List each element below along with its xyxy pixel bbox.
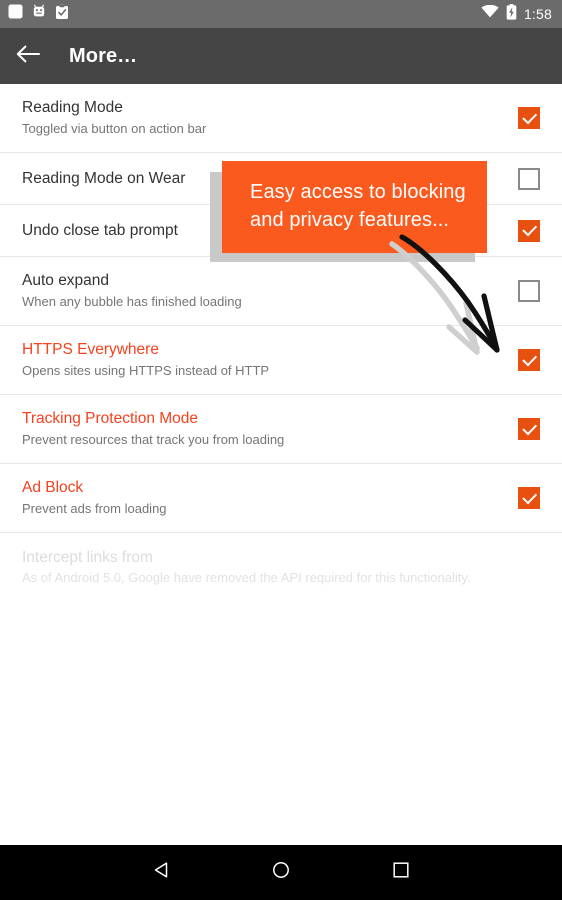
page-title: More… <box>69 44 138 67</box>
back-button[interactable] <box>0 28 56 84</box>
checkbox-auto-expand[interactable] <box>518 280 540 302</box>
checkbox-reading-mode-on-wear[interactable] <box>518 167 540 190</box>
nav-recents-button[interactable] <box>341 845 461 900</box>
home-circle-icon <box>271 860 291 885</box>
checkbox-tracking-protection-mode[interactable] <box>518 418 540 440</box>
row-title: Tracking Protection Mode <box>22 410 199 428</box>
settings-row-auto-expand[interactable]: Auto expand When any bubble has finished… <box>0 257 562 326</box>
row-title: Undo close tab prompt <box>22 221 178 239</box>
row-text: Ad Block Prevent ads from loading <box>22 478 502 517</box>
clipboard-check-icon <box>55 3 69 25</box>
checkbox-undo-close-tab-prompt[interactable] <box>518 219 540 242</box>
row-title: Reading Mode <box>22 99 123 117</box>
row-title: Intercept links from <box>22 548 153 566</box>
android-robot-icon <box>32 4 46 24</box>
settings-row-https-everywhere[interactable]: HTTPS Everywhere Opens sites using HTTPS… <box>0 326 562 395</box>
settings-row-tracking-protection-mode[interactable]: Tracking Protection Mode Prevent resourc… <box>0 395 562 464</box>
blank-square-icon <box>8 4 23 24</box>
row-title: HTTPS Everywhere <box>22 341 159 359</box>
row-text: HTTPS Everywhere Opens sites using HTTPS… <box>22 340 502 379</box>
settings-row-ad-block[interactable]: Ad Block Prevent ads from loading <box>0 464 562 533</box>
row-title: Reading Mode on Wear <box>22 169 186 187</box>
row-subtitle: Opens sites using HTTPS instead of HTTP <box>22 362 270 378</box>
checkbox-https-everywhere[interactable] <box>518 349 540 371</box>
settings-row-intercept-links-from: Intercept links from As of Android 5.0, … <box>0 533 562 602</box>
nav-back-button[interactable] <box>101 845 221 900</box>
status-bar-notification-icons <box>8 3 69 25</box>
row-subtitle: Prevent ads from loading <box>22 500 167 516</box>
row-subtitle: Toggled via button on action bar <box>22 120 207 136</box>
row-title: Auto expand <box>22 272 110 290</box>
recents-square-icon <box>391 860 411 885</box>
back-triangle-icon <box>151 860 171 885</box>
row-text: Intercept links from As of Android 5.0, … <box>22 548 540 587</box>
row-subtitle: When any bubble has finished loading <box>22 293 242 309</box>
row-text: Reading Mode Toggled via button on actio… <box>22 98 502 137</box>
settings-row-reading-mode[interactable]: Reading Mode Toggled via button on actio… <box>0 84 562 153</box>
row-subtitle: Prevent resources that track you from lo… <box>22 431 285 447</box>
status-bar-system-icons: 1:58 <box>481 3 552 25</box>
back-arrow-icon <box>16 44 40 69</box>
row-text: Reading Mode on Wear <box>22 169 502 188</box>
row-title: Ad Block <box>22 479 84 497</box>
row-text: Tracking Protection Mode Prevent resourc… <box>22 409 502 448</box>
checkbox-reading-mode[interactable] <box>518 107 540 129</box>
checkbox-ad-block[interactable] <box>518 487 540 509</box>
wifi-icon <box>481 4 499 23</box>
system-navigation-bar <box>0 845 562 900</box>
row-subtitle: As of Android 5.0, Google have removed t… <box>22 570 471 586</box>
status-bar: 1:58 <box>0 0 562 28</box>
settings-row-undo-close-tab-prompt[interactable]: Undo close tab prompt <box>0 205 562 257</box>
settings-row-reading-mode-on-wear[interactable]: Reading Mode on Wear <box>0 153 562 205</box>
settings-list: Reading Mode Toggled via button on actio… <box>0 84 562 602</box>
phone-screen: 1:58 More… Reading Mode Toggled via butt… <box>0 0 562 900</box>
nav-home-button[interactable] <box>221 845 341 900</box>
battery-charging-icon <box>506 3 517 25</box>
app-toolbar: More… <box>0 28 562 84</box>
row-text: Auto expand When any bubble has finished… <box>22 271 502 310</box>
row-text: Undo close tab prompt <box>22 221 502 240</box>
status-bar-clock: 1:58 <box>523 5 552 22</box>
